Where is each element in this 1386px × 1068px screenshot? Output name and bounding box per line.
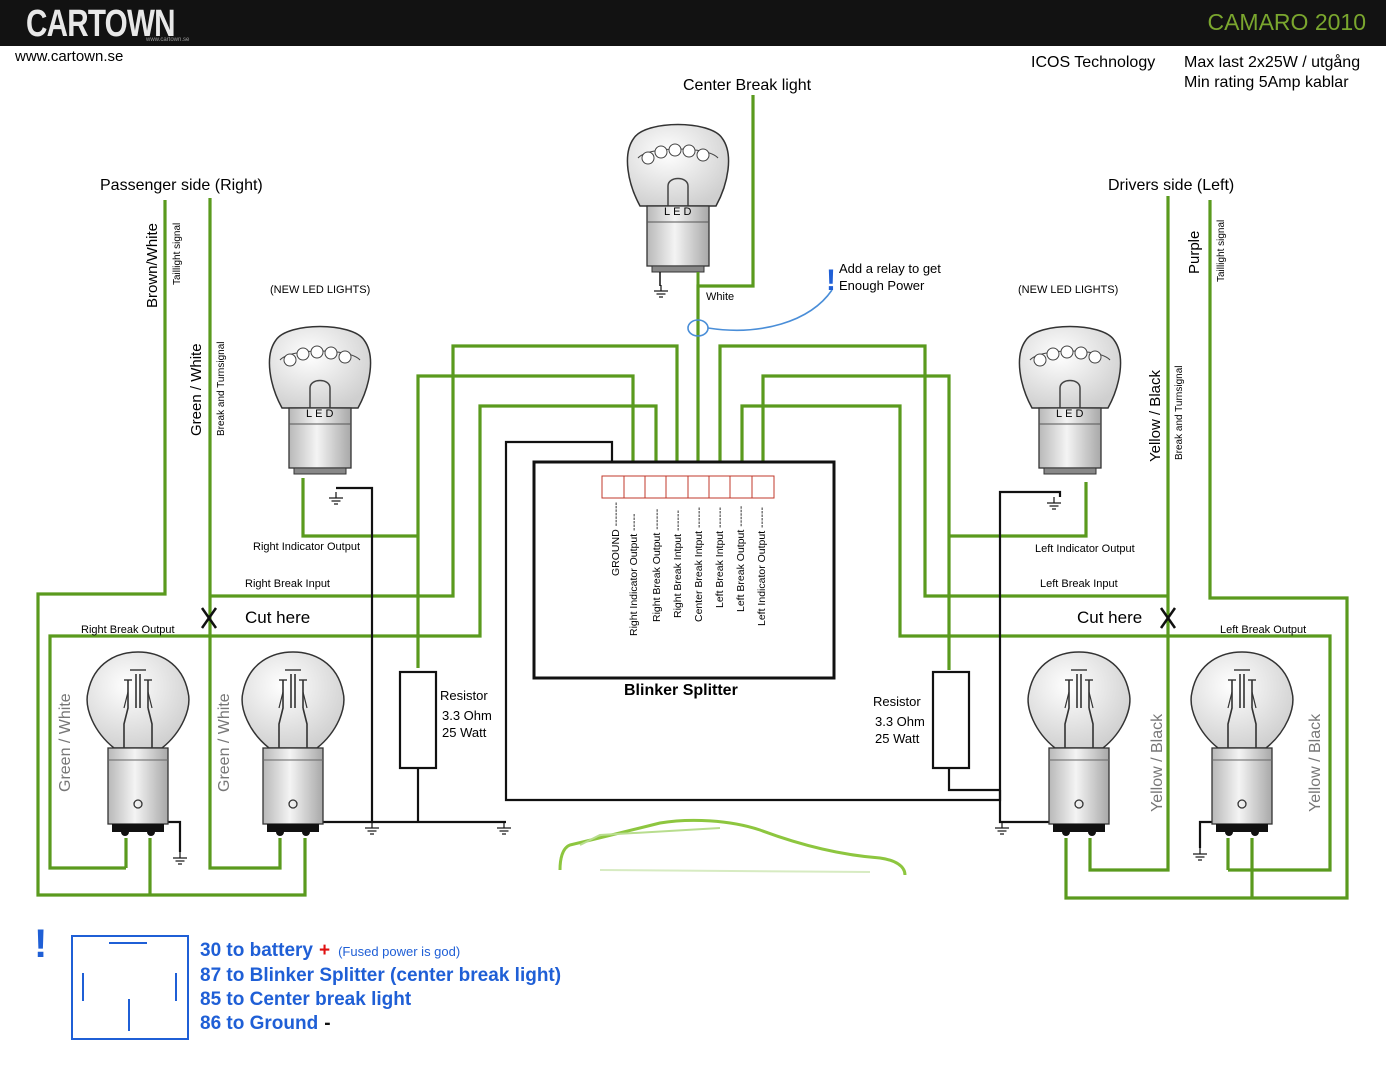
center-break-light-label: Center Break light xyxy=(683,77,812,94)
right-indicator-output-label: Right Indicator Output xyxy=(253,541,360,553)
ground-icon xyxy=(364,821,380,835)
relay-icon xyxy=(71,935,189,1040)
right-break-turnsignal-label: Break and Turnsignal xyxy=(216,341,227,436)
ground-icon xyxy=(653,284,669,298)
driver-inner-bulb-icon xyxy=(1027,651,1131,837)
right-led-text: LED xyxy=(306,408,336,420)
pin-right-break-input-label: Right Break Intput ------ xyxy=(672,510,684,618)
pin-ground-label: GROUND ------- xyxy=(610,501,622,576)
ground-icon xyxy=(1192,847,1208,861)
passenger-inner-bulb-icon xyxy=(241,651,345,837)
left-led-text: LED xyxy=(1056,408,1086,420)
relay-legend: 30 to battery + (Fused power is god) 87 to… xyxy=(200,939,561,1036)
left-break-output-label: Left Break Output xyxy=(1220,624,1306,636)
pin-center-break-input-label: Center Break Intput ------ xyxy=(693,507,705,622)
driver-outer-bulb-icon xyxy=(1190,651,1294,837)
minus-icon: - xyxy=(324,1013,331,1034)
ground-icon xyxy=(1046,496,1062,510)
left-led-bulb-icon xyxy=(1018,325,1122,475)
passenger-outer-bulb-icon xyxy=(86,651,190,837)
right-break-output-label: Right Break Output xyxy=(81,624,175,636)
technology-note: ICOS Technology xyxy=(1031,54,1155,71)
relay-legend-line1: 30 to battery + (Fused power is god) xyxy=(200,940,461,961)
relay-note-line1: Add a relay to get xyxy=(839,261,941,276)
right-resistor-label: Resistor xyxy=(440,688,488,703)
pin-left-break-output-label: Left Break Output ------ xyxy=(735,505,747,612)
blinker-splitter-label: Blinker Splitter xyxy=(624,682,738,699)
right-resistor xyxy=(398,670,438,770)
left-break-turnsignal-label: Break and Turnsignal xyxy=(1174,365,1185,460)
pin-right-break-output-label: Right Break Output ------ xyxy=(651,508,663,622)
right-led-bulb-icon xyxy=(268,325,372,475)
green-white-label: Green / White xyxy=(188,343,205,436)
cut-here-right-label: Cut here xyxy=(245,608,310,627)
bulb-yellow-black-label-1: Yellow / Black xyxy=(1149,713,1166,812)
max-load-note: Max last 2x25W / utgång xyxy=(1184,53,1360,71)
purple-label: Purple xyxy=(1186,231,1203,274)
pin-right-indicator-output-label: Right Indicator Output ----- xyxy=(628,513,640,636)
relay-legend-line2: 87 to Blinker Splitter (center break lig… xyxy=(200,965,562,986)
ground-icon xyxy=(328,491,344,505)
left-resistor-ohm: 3.3 Ohm xyxy=(875,714,925,729)
bulb-green-white-label-2: Green / White xyxy=(216,693,233,792)
wiring-diagram: ! ICOS Technology Max last 2x25W / utgån… xyxy=(36,53,1360,900)
passenger-side-label: Passenger side (Right) xyxy=(100,177,263,194)
center-led-bulb-icon xyxy=(626,123,730,273)
right-resistor-watt: 25 Watt xyxy=(442,725,487,740)
left-resistor-label: Resistor xyxy=(873,694,921,709)
relay-legend-line4: 86 to Ground - xyxy=(200,1013,331,1034)
white-wire-label: White xyxy=(706,291,734,303)
bulb-yellow-black-label-2: Yellow / Black xyxy=(1307,713,1324,812)
relay-alert-icon: ! xyxy=(34,922,48,966)
pin-left-indicator-output-label: Left Indicator Output ------ xyxy=(756,506,768,626)
relay-legend-line3: 85 to Center break light xyxy=(200,989,412,1010)
cut-here-left-label: Cut here xyxy=(1077,608,1142,627)
pin-left-break-input-label: Left Break Intput ------ xyxy=(714,507,726,608)
ground-icon xyxy=(172,851,188,865)
relay-alert-icon: ! xyxy=(826,264,836,297)
fused-note: (Fused power is god) xyxy=(338,944,461,959)
right-resistor-ohm: 3.3 Ohm xyxy=(442,708,492,723)
drivers-side-label: Drivers side (Left) xyxy=(1108,177,1234,194)
center-led-text: LED xyxy=(664,206,694,218)
ground-icon xyxy=(994,821,1010,835)
yellow-black-label: Yellow / Black xyxy=(1147,370,1164,462)
left-taillight-label: Taillight signal xyxy=(1216,220,1227,282)
right-break-input-label: Right Break Input xyxy=(245,578,330,590)
relay-note-line2: Enough Power xyxy=(839,278,925,293)
left-resistor xyxy=(931,670,971,770)
left-new-led-label: (NEW LED LIGHTS) xyxy=(1018,284,1118,296)
right-new-led-label: (NEW LED LIGHTS) xyxy=(270,284,370,296)
min-rating-note: Min rating 5Amp kablar xyxy=(1184,74,1349,91)
car-silhouette-icon xyxy=(558,818,907,876)
left-resistor-watt: 25 Watt xyxy=(875,731,920,746)
ground-icon xyxy=(496,821,512,835)
bulb-green-white-label-1: Green / White xyxy=(57,693,74,792)
splitter-pin-block xyxy=(601,475,775,499)
left-indicator-output-label: Left Indicator Output xyxy=(1035,543,1135,555)
left-break-input-label: Left Break Input xyxy=(1040,578,1118,590)
right-taillight-label: Taillight signal xyxy=(172,223,183,285)
plus-icon: + xyxy=(318,940,331,961)
brown-white-label: Brown/White xyxy=(144,223,161,308)
